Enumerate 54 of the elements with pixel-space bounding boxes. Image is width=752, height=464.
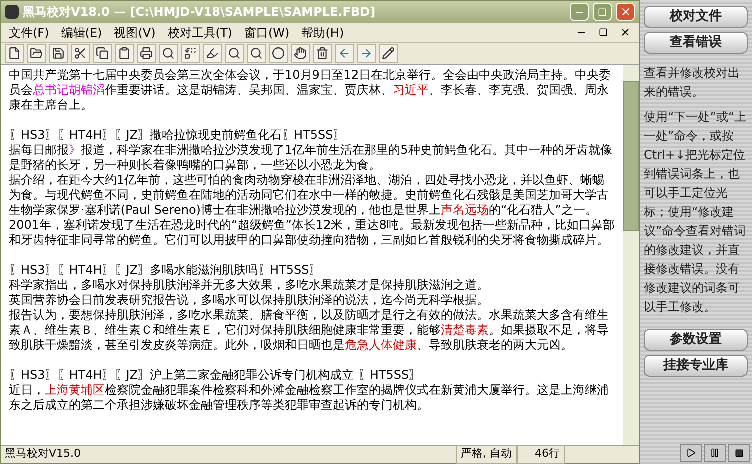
paragraph: 英国营养协会日前发表研究报告说，多喝水可以保持肌肤润泽的说法，迄今尚无科学根据。: [9, 293, 490, 308]
pencil-icon[interactable]: [379, 44, 398, 63]
window-title: 黑马校对V18.0 — [C:\HMJD-V18\SAMPLE\SAMPLE.FBD]: [23, 4, 377, 21]
play-button[interactable]: [680, 444, 702, 462]
side-button[interactable]: 校对文件: [644, 6, 748, 28]
pause-button[interactable]: [704, 444, 726, 462]
article-heading: 〖HS3〗〖HT4H〗〖JZ〗多喝水能滋润肌肤吗〖HT5SS〗: [9, 263, 322, 278]
close-icon[interactable]: [620, 27, 631, 38]
copy-icon[interactable]: [93, 44, 112, 63]
side-button[interactable]: 查看错误: [644, 32, 748, 54]
paragraph: 报告认为，要想保持肌肤润泽，多吃水果蔬菜、膳食平衡，以及防晒才是行之有效的做法。水果蔬菜大多含有维生素Ａ、维生素Ｂ、维生素Ｃ和维生素Ｅ，它们对保持肌肤细胞健康非常重要，能够清楚毒素。如果摄取不足，将导致肌肤干燥黯淡，甚至引发皮炎等病症。此外，吸烟和日晒也是危急人体健康、导致肌肤衰老的两大元凶。: [9, 308, 610, 353]
help-text: 查看并修改校对出来的错误。: [644, 65, 741, 101]
highlighter-icon[interactable]: [203, 44, 222, 63]
scrollbar[interactable]: [623, 65, 639, 445]
app-icon: [5, 5, 19, 19]
scroll-thumb[interactable]: [623, 81, 639, 231]
paragraph: 据每日邮报》报道，科学家在非洲撒哈拉沙漠发现了1亿年前生活在那里的5种史前鳄鱼化石。其中一种的牙齿就像是野猪的长牙，另一种则长着像鸭嘴的口鼻部，一些还以小恐龙为食。: [9, 143, 614, 173]
side-button[interactable]: 挂接专业库: [644, 355, 748, 377]
play-icon: [686, 448, 696, 458]
restore-icon[interactable]: [599, 28, 608, 37]
save-icon[interactable]: [49, 44, 68, 63]
menu-item[interactable]: 帮助(H): [302, 24, 344, 42]
menu-item[interactable]: 文件(F): [9, 24, 50, 42]
status-app: 黑马校对V15.0: [4, 446, 82, 462]
status-lines: 46行: [517, 445, 565, 464]
maximize-button[interactable]: [593, 3, 612, 21]
article-heading: 〖HS3〗〖HT4H〗〖JZ〗撒哈拉惊现史前鳄鱼化石〖HT5SS〗: [9, 128, 346, 143]
scissors-icon[interactable]: [71, 44, 90, 63]
paragraph: 中国共产党第十七届中央委员会第三次全体会议，于10月9日至12日在北京举行。全会由中央政治局主持。中央委员会总书记胡锦滔作重要讲话。这是胡锦涛、吴邦国、温家宝、贾庆林、习近平、李长春、李克强、贺国强、周永康在主席台上。: [9, 68, 612, 113]
pause-icon: [710, 448, 720, 458]
stop-icon: [734, 448, 744, 458]
article-heading: 〖HS3〗〖HT4H〗〖JZ〗沪上第二家金融犯罪公诉专门机构成立 〖HT5SS〗: [9, 368, 422, 383]
paragraph: 据介绍，在距今大约1亿年前，这些可怕的食肉动物穿梭在非洲沼泽地、湖泊，四处寻找小恐龙，并以鱼虾、蜥蜴为食。与现代鳄鱼不同，史前鳄鱼在陆地的活动同它们在水中一样的敏捷。史前鳄鱼化石残骸是美国芝加哥大学古生物学家保罗·塞利诺(Paul Sereno)博士在非洲撒哈拉沙漠发现的，他也是世界上声名远场的“化石猎人”之一。2001年，塞利诺发现了生活在恐龙时代的“超级鳄鱼”体长12米，重达8吨。最新发现包括一些新品种，比如口鼻部和牙齿特征非同寻常的鳄鱼。它们可以用披甲的口鼻部使劲撞向猎物，三副如匕首般锐利的尖牙将食物撕成碎片。: [9, 173, 615, 248]
menu-item[interactable]: 窗口(W): [244, 24, 290, 42]
close-icon: [620, 6, 632, 18]
printer-icon[interactable]: [137, 44, 156, 63]
hand-icon[interactable]: [291, 44, 310, 63]
side-button[interactable]: 参数设置: [644, 329, 748, 351]
stop-button[interactable]: [728, 444, 750, 462]
menu-item[interactable]: 编辑(E): [61, 24, 102, 42]
close-button[interactable]: [616, 3, 635, 21]
trash-icon[interactable]: [313, 44, 332, 63]
folder-icon[interactable]: [27, 44, 46, 63]
search-icon[interactable]: [159, 44, 178, 63]
help-text: 使用“下一处”或“上一处”命令，或按Ctrl+↓把光标定位到错误词条上，也可以手工定位光标；使用“修改建议”命令查看对错词的修改建议，并直接修改错误。没有修改建议的词条可以手工修改。: [644, 109, 748, 316]
menu-item[interactable]: 视图(V): [114, 24, 156, 42]
clipboard-icon[interactable]: [115, 44, 134, 63]
menu-item[interactable]: 校对工具(T): [168, 24, 232, 42]
new-file-icon[interactable]: [5, 44, 24, 63]
status-mode: 严格, 自动: [456, 445, 517, 464]
paragraph: 科学家指出，多喝水对保持肌肤润泽并无多大效果，多吃水果蔬菜才是保持肌肤滋润之道。: [9, 278, 490, 293]
minimize-button[interactable]: [570, 3, 589, 21]
paragraph: 近日，上海黄埔区检察院金融犯罪案件检察科和外滩金融检察工作室的揭牌仪式在新黄浦大厦举行。这是上海继浦东之后成立的第二个承担涉嫌破坏金融管理秩序等类犯罪审查起诉的专门机构。: [9, 383, 610, 413]
maximize-icon: [598, 8, 607, 16]
